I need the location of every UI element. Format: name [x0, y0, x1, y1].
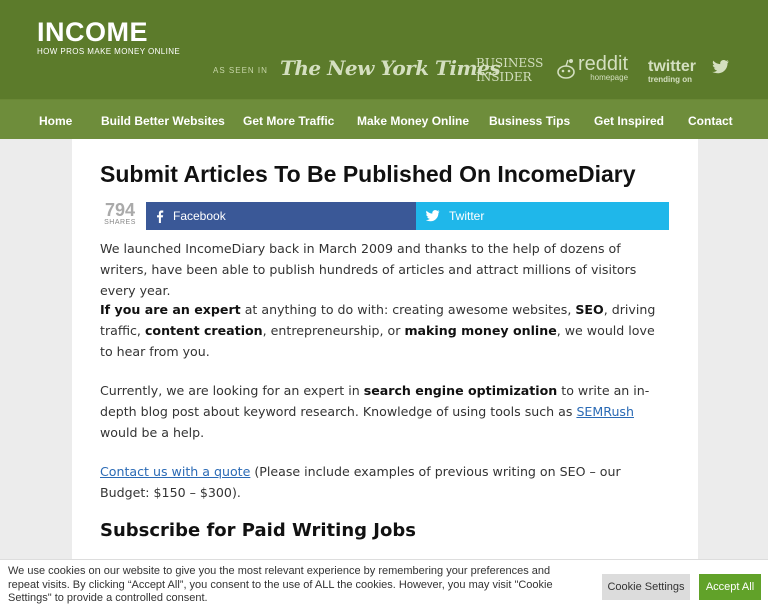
main-content: Submit Articles To Be Published On Incom…	[72, 139, 698, 559]
bold-making-money-online: making money online	[404, 323, 557, 338]
cookie-text: We use cookies on our website to give yo…	[8, 565, 553, 604]
facebook-icon	[157, 209, 164, 223]
p3-text-3: would be a help.	[100, 425, 205, 440]
facebook-share-button[interactable]: Facebook	[146, 202, 416, 230]
bold-content-creation: content creation	[144, 323, 263, 338]
site-logo[interactable]: INCOME HOW PROS MAKE MONEY ONLINE	[37, 18, 180, 56]
logo-tagline: HOW PROS MAKE MONEY ONLINE	[37, 47, 181, 56]
contact-paragraph: Contact us with a quote (Please include …	[100, 461, 670, 503]
p2-text-1: at anything to do with: creating awesome…	[240, 302, 576, 317]
bold-expert: If you are an expert	[100, 302, 241, 317]
twitter-share-button[interactable]: Twitter	[416, 202, 669, 230]
as-seen-in-label: AS SEEN IN	[213, 66, 268, 75]
twitter-bird-icon	[712, 60, 729, 74]
bi-line2: INSIDER	[476, 70, 532, 84]
twitter-label: Twitter	[449, 209, 485, 223]
nav-get-inspired[interactable]: Get Inspired	[594, 114, 664, 128]
expert-paragraph: If you are an expert at anything to do w…	[100, 299, 670, 362]
twitter-sub: trending on	[648, 75, 692, 84]
p3-text-1: Currently, we are looking for an expert …	[100, 383, 364, 398]
nyt-logo: The New York Times	[280, 56, 501, 80]
nav-contact[interactable]: Contact	[688, 114, 733, 128]
subscribe-heading: Subscribe for Paid Writing Jobs	[100, 520, 416, 541]
accept-all-button[interactable]: Accept All	[699, 574, 761, 600]
twitter-word: twitter	[648, 58, 696, 75]
intro-paragraph: We launched IncomeDiary back in March 20…	[100, 241, 637, 298]
shares-count: 794	[104, 200, 136, 220]
semrush-link[interactable]: SEMRush	[576, 404, 634, 419]
site-header: INCOME HOW PROS MAKE MONEY ONLINE AS SEE…	[0, 0, 768, 99]
bold-seo: SEO	[575, 302, 604, 317]
bi-line1: BUSINESS	[476, 56, 544, 70]
reddit-word: reddit	[578, 53, 629, 75]
nav-build-better-websites[interactable]: Build Better Websites	[101, 114, 225, 128]
page-title: Submit Articles To Be Published On Incom…	[100, 161, 636, 187]
share-counter: 794 SHARES	[100, 201, 140, 226]
business-insider-logo: BUSINESS INSIDER	[476, 56, 543, 84]
nav-home[interactable]: Home	[39, 114, 72, 128]
twitter-icon	[426, 210, 440, 222]
facebook-label: Facebook	[173, 209, 226, 223]
reddit-logo: reddit homepage	[578, 54, 628, 82]
bold-seo-optimization: search engine optimization	[363, 383, 558, 398]
nav-get-more-traffic[interactable]: Get More Traffic	[243, 114, 334, 128]
shares-label: SHARES	[104, 219, 136, 226]
p2-text-3: , entrepreneurship, or	[262, 323, 405, 338]
reddit-alien-icon	[557, 59, 575, 79]
cookie-banner: We use cookies on our website to give yo…	[0, 559, 768, 614]
nav-make-money-online[interactable]: Make Money Online	[357, 114, 469, 128]
nav-business-tips[interactable]: Business Tips	[489, 114, 570, 128]
twitter-logo: twitter trending on	[648, 58, 696, 85]
contact-quote-link[interactable]: Contact us with a quote	[100, 464, 250, 479]
logo-title: INCOME	[37, 17, 148, 47]
seo-paragraph: Currently, we are looking for an expert …	[100, 380, 670, 443]
cookie-settings-button[interactable]: Cookie Settings	[602, 574, 690, 600]
